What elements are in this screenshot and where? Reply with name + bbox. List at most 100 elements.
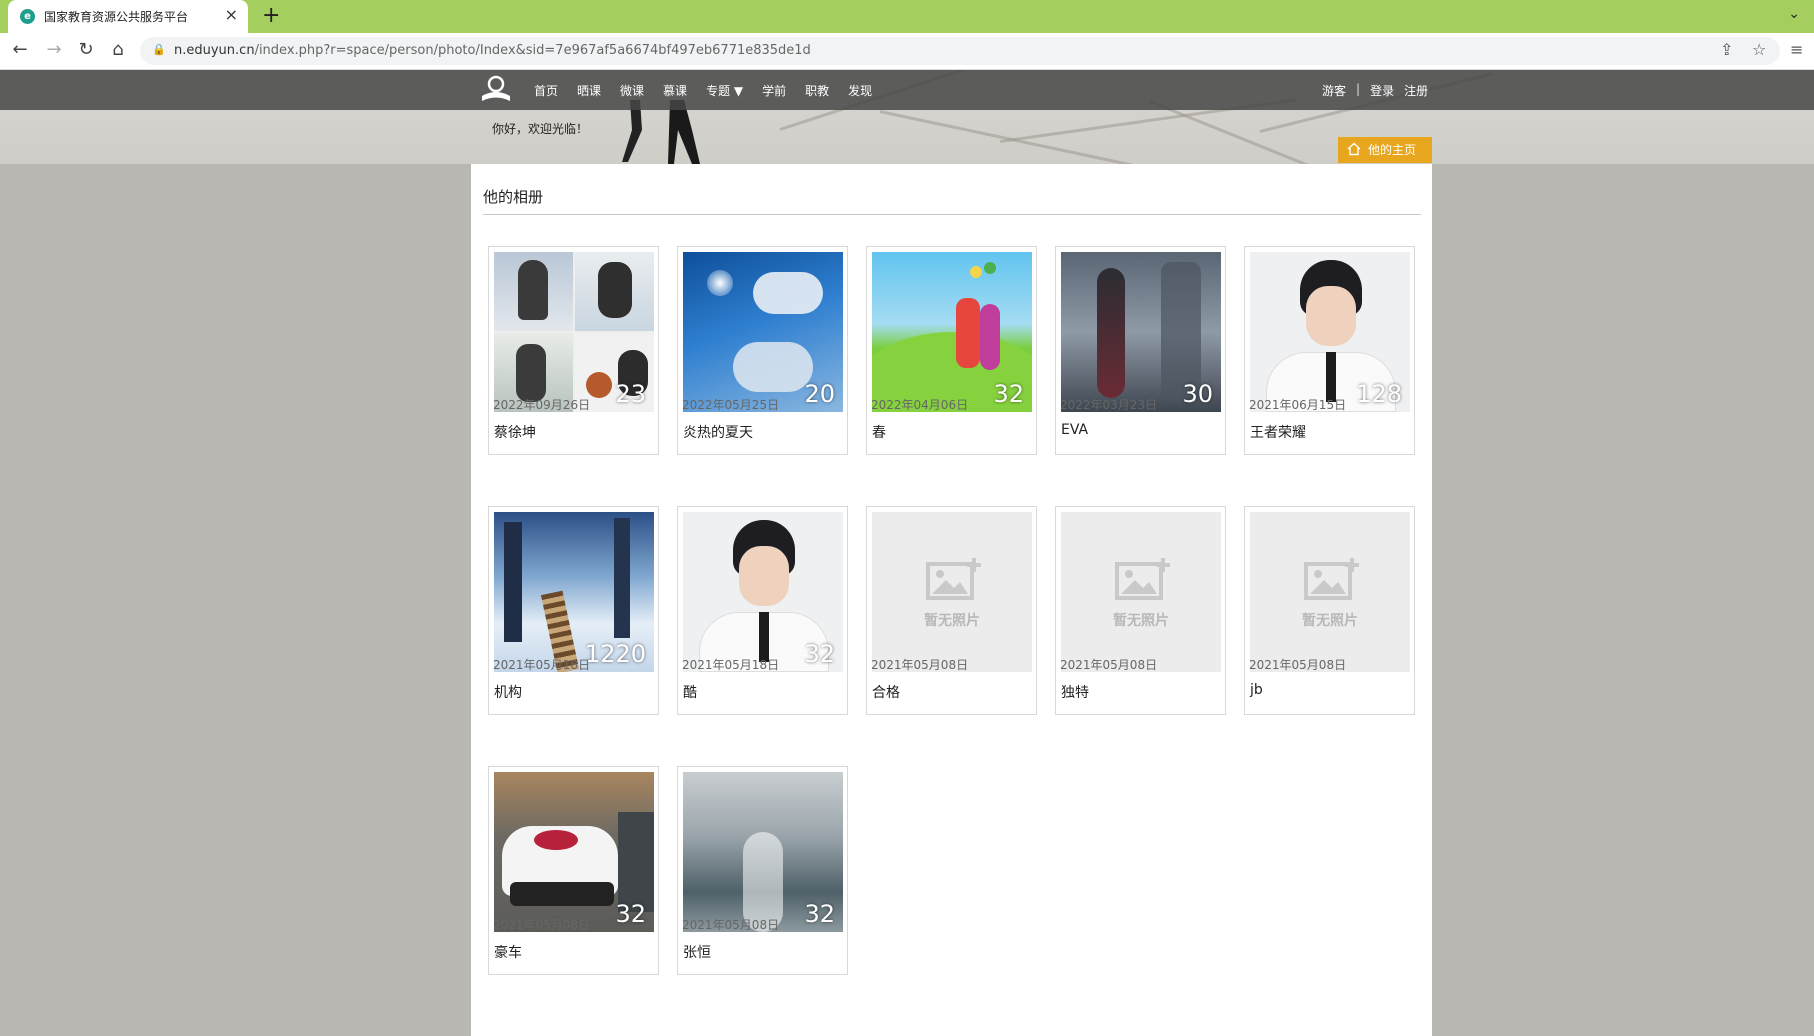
album-card[interactable]: 20 炎热的夏天 [677, 246, 848, 455]
album-card[interactable]: 32 张恒 [677, 766, 848, 975]
album-name[interactable]: 春 [872, 422, 886, 442]
reload-icon[interactable]: ↻ [74, 39, 98, 60]
album-card[interactable]: 30 EVA [1055, 246, 1226, 455]
his-homepage-button[interactable]: 他的主页 [1338, 137, 1432, 163]
album-card[interactable]: 暂无照片 jb [1244, 506, 1415, 715]
album-cover-image[interactable]: 20 [683, 252, 843, 412]
no-photo-label: 暂无照片 [1113, 613, 1169, 629]
album-card[interactable]: 32 豪车 [488, 766, 659, 975]
browser-tab-bar: e 国家教育资源公共服务平台 × + ⌄ [0, 0, 1814, 33]
album-name[interactable]: 张恒 [683, 942, 711, 962]
url-text: n.eduyun.cn/index.php?r=space/person/pho… [174, 43, 811, 58]
album-panel: 他的相册 23 蔡徐坤 2022年09月26日 20 炎热的夏天 2022年05… [471, 164, 1432, 1036]
album-cover-image[interactable]: 30 [1061, 252, 1221, 412]
photo-count: 32 [804, 640, 835, 668]
photo-count: 128 [1356, 380, 1402, 408]
site-favicon-icon: e [20, 9, 35, 24]
album-cover-image[interactable]: 128 [1250, 252, 1410, 412]
album-cover-image[interactable]: 1220 [494, 512, 654, 672]
album-name[interactable]: 合格 [872, 682, 900, 702]
photo-count: 1220 [584, 640, 646, 668]
album-date: 2021年05月08日 [1249, 658, 1347, 672]
album-date: 2022年05月25日 [682, 398, 780, 412]
close-tab-icon[interactable]: × [225, 5, 238, 24]
browser-tab[interactable]: e 国家教育资源公共服务平台 × [8, 0, 248, 33]
photo-count: 30 [1182, 380, 1213, 408]
house-icon [1347, 142, 1361, 156]
album-name[interactable]: 豪车 [494, 942, 522, 962]
album-cover-image[interactable]: 32 [872, 252, 1032, 412]
guest-label: 游客 [1322, 84, 1347, 98]
register-link[interactable]: 注册 [1404, 82, 1428, 99]
browser-toolbar: ← → ↻ ⌂ 🔒 n.eduyun.cn/index.php?r=space/… [0, 33, 1814, 70]
section-title: 他的相册 [483, 188, 544, 206]
album-cover-placeholder[interactable]: 暂无照片 [1061, 512, 1221, 672]
his-homepage-label: 他的主页 [1368, 143, 1417, 157]
eduyun-logo-icon[interactable] [478, 74, 514, 106]
album-card[interactable]: 32 酷 [677, 506, 848, 715]
album-cover-placeholder[interactable]: 暂无照片 [872, 512, 1032, 672]
forward-arrow-icon[interactable]: → [42, 39, 66, 60]
album-card[interactable]: 暂无照片 独特 [1055, 506, 1226, 715]
album-cover-image[interactable]: 32 [683, 772, 843, 932]
album-name[interactable]: 独特 [1061, 682, 1089, 702]
album-date: 2021年05月08日 [1060, 658, 1158, 672]
bookmark-star-icon[interactable]: ☆ [1752, 40, 1766, 59]
url-domain: n.eduyun.cn [174, 43, 255, 58]
back-arrow-icon[interactable]: ← [8, 39, 32, 60]
album-cover-image[interactable]: 32 [494, 772, 654, 932]
album-card[interactable]: 1220 机构 [488, 506, 659, 715]
album-cover-image[interactable]: 23 [494, 252, 654, 412]
nav-item-shaike[interactable]: 晒课 [577, 82, 601, 99]
album-date: 2022年09月26日 [493, 398, 591, 412]
site-nav-bar: 首页 晒课 微课 慕课 专题 ▼ 学前 职教 发现 游客 | 登录 注册 [0, 70, 1814, 110]
album-name[interactable]: 炎热的夏天 [683, 422, 753, 442]
album-date: 2021年06月15日 [1249, 398, 1347, 412]
user-links: 游客 | 登录 注册 [1322, 82, 1428, 99]
divider: | [1356, 82, 1361, 96]
add-photo-placeholder-icon [1115, 558, 1170, 600]
album-date: 2022年03月23日 [1060, 398, 1158, 412]
album-name[interactable]: 机构 [494, 682, 522, 702]
nav-item-home[interactable]: 首页 [534, 82, 558, 99]
album-card[interactable]: 32 春 [866, 246, 1037, 455]
nav-item-preschool[interactable]: 学前 [762, 82, 786, 99]
album-name[interactable]: 酷 [683, 682, 697, 702]
album-cover-image[interactable]: 32 [683, 512, 843, 672]
tab-title: 国家教育资源公共服务平台 [44, 10, 189, 24]
welcome-text: 你好，欢迎光临！ [492, 122, 589, 136]
album-name[interactable]: jb [1250, 682, 1263, 698]
no-photo-label: 暂无照片 [924, 613, 980, 629]
photo-count: 32 [993, 380, 1024, 408]
album-card[interactable]: 暂无照片 合格 [866, 506, 1037, 715]
lock-icon[interactable]: 🔒 [152, 43, 166, 56]
address-bar[interactable]: 🔒 n.eduyun.cn/index.php?r=space/person/p… [140, 37, 1780, 65]
tab-search-chevron-icon[interactable]: ⌄ [1788, 6, 1800, 22]
nav-item-vocational[interactable]: 职教 [805, 82, 829, 99]
login-link[interactable]: 登录 [1370, 82, 1394, 99]
album-date: 2021年05月18日 [493, 658, 591, 672]
reading-list-icon[interactable]: ≡ [1790, 40, 1803, 59]
nav-item-muke[interactable]: 慕课 [663, 82, 687, 99]
album-date: 2021年05月08日 [493, 918, 591, 932]
album-date: 2021年05月18日 [682, 658, 780, 672]
album-cover-placeholder[interactable]: 暂无照片 [1250, 512, 1410, 672]
nav-item-topics-dropdown[interactable]: 专题 ▼ [706, 82, 743, 99]
album-name[interactable]: EVA [1061, 422, 1088, 438]
nav-item-weike[interactable]: 微课 [620, 82, 644, 99]
new-tab-icon[interactable]: + [262, 3, 280, 28]
no-photo-label: 暂无照片 [1302, 613, 1358, 629]
album-name[interactable]: 王者荣耀 [1250, 422, 1306, 442]
site-nav-menu: 首页 晒课 微课 慕课 专题 ▼ 学前 职教 发现 [534, 82, 891, 99]
section-divider [483, 214, 1421, 215]
album-date: 2021年05月08日 [871, 658, 969, 672]
photo-count: 23 [615, 380, 646, 408]
nav-item-discover[interactable]: 发现 [848, 82, 872, 99]
photo-count: 20 [804, 380, 835, 408]
album-name[interactable]: 蔡徐坤 [494, 422, 536, 442]
album-date: 2021年05月08日 [682, 918, 780, 932]
album-card[interactable]: 23 蔡徐坤 [488, 246, 659, 455]
home-icon[interactable]: ⌂ [106, 39, 130, 60]
album-card[interactable]: 128 王者荣耀 [1244, 246, 1415, 455]
share-icon[interactable]: ⇪ [1720, 40, 1733, 59]
